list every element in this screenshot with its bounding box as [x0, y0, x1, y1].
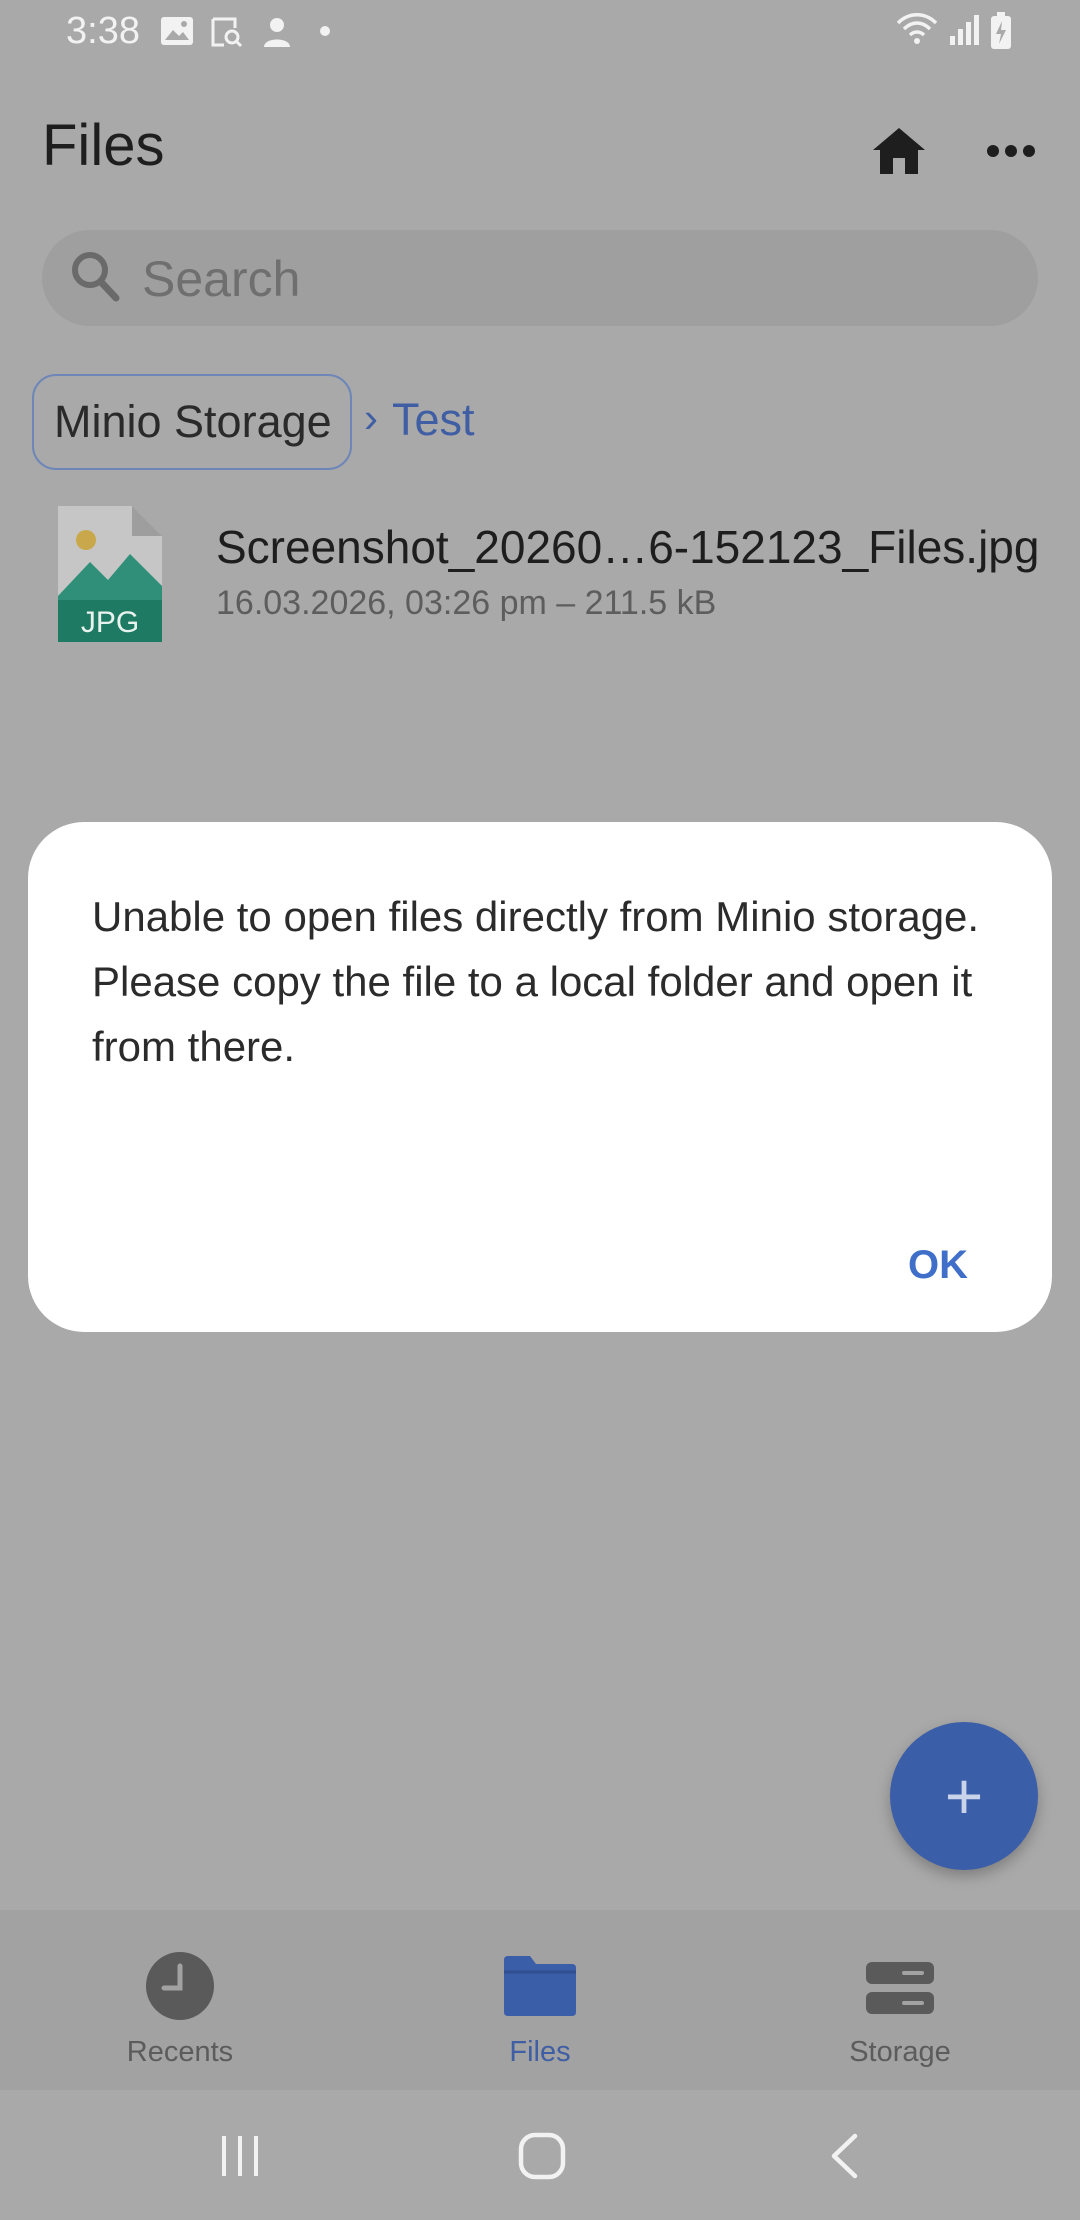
nav-label-storage: Storage	[849, 2036, 951, 2068]
search-bar[interactable]: Search	[42, 230, 1038, 326]
more-options-button[interactable]	[976, 116, 1046, 186]
storage-icon	[866, 1962, 934, 2014]
breadcrumb-root-label: Minio Storage	[54, 396, 332, 447]
screenshot-icon	[211, 17, 243, 48]
home-icon	[873, 128, 925, 174]
plus-icon: +	[944, 1759, 984, 1833]
status-time: 3:38	[66, 10, 140, 52]
battery-charging-icon	[991, 12, 1011, 49]
nav-item-recents[interactable]: Recents	[0, 1910, 360, 2090]
image-icon	[161, 17, 193, 45]
home-button[interactable]	[864, 116, 934, 186]
page-title: Files	[42, 113, 165, 178]
folder-icon	[504, 1956, 576, 2016]
jpg-file-icon: JPG	[58, 506, 162, 642]
breadcrumb-separator: ›	[364, 394, 378, 441]
nav-label-recents: Recents	[126, 2036, 234, 2068]
file-type-badge: JPG	[81, 606, 139, 639]
person-icon	[264, 18, 290, 47]
file-meta: 16.03.2026, 03:26 pm – 211.5 kB	[216, 584, 717, 622]
signal-icon	[950, 15, 979, 45]
dot-icon	[320, 26, 330, 36]
status-bar: 3:38	[0, 0, 1080, 64]
dialog-message-line2: Please copy the file to a local folder a…	[92, 958, 973, 1070]
bottom-nav: Recents Files Storage	[0, 1910, 1080, 2090]
clock-icon	[146, 1952, 214, 2020]
system-nav-bar	[0, 2090, 1080, 2220]
wifi-icon	[896, 13, 938, 44]
back-button[interactable]	[794, 2116, 894, 2196]
breadcrumb-current[interactable]: Test	[392, 394, 475, 446]
nav-item-storage[interactable]: Storage	[720, 1910, 1080, 2090]
dialog-message-line1: Unable to open files directly from Minio…	[92, 893, 980, 940]
more-options-icon	[987, 145, 1035, 157]
breadcrumb-root[interactable]: Minio Storage	[32, 374, 352, 470]
search-input[interactable]: Search	[142, 250, 300, 308]
recent-apps-button[interactable]	[190, 2116, 290, 2196]
back-icon	[831, 2133, 858, 2179]
list-item[interactable]: JPG Screenshot_20260…6-152123_Files.jpg …	[0, 490, 1080, 660]
nav-item-files[interactable]: Files	[360, 1910, 720, 2090]
home-circle-icon	[518, 2132, 566, 2180]
nav-label-files: Files	[509, 2036, 571, 2068]
search-icon	[72, 252, 120, 302]
dialog-message: Unable to open files directly from Minio…	[92, 884, 992, 1079]
alert-dialog: Unable to open files directly from Minio…	[28, 822, 1052, 1332]
file-name: Screenshot_20260…6-152123_Files.jpg	[216, 521, 1040, 573]
add-button[interactable]: +	[890, 1722, 1038, 1870]
recent-apps-icon	[222, 2136, 258, 2176]
home-system-button[interactable]	[492, 2116, 592, 2196]
ok-button[interactable]: OK	[878, 1230, 998, 1300]
